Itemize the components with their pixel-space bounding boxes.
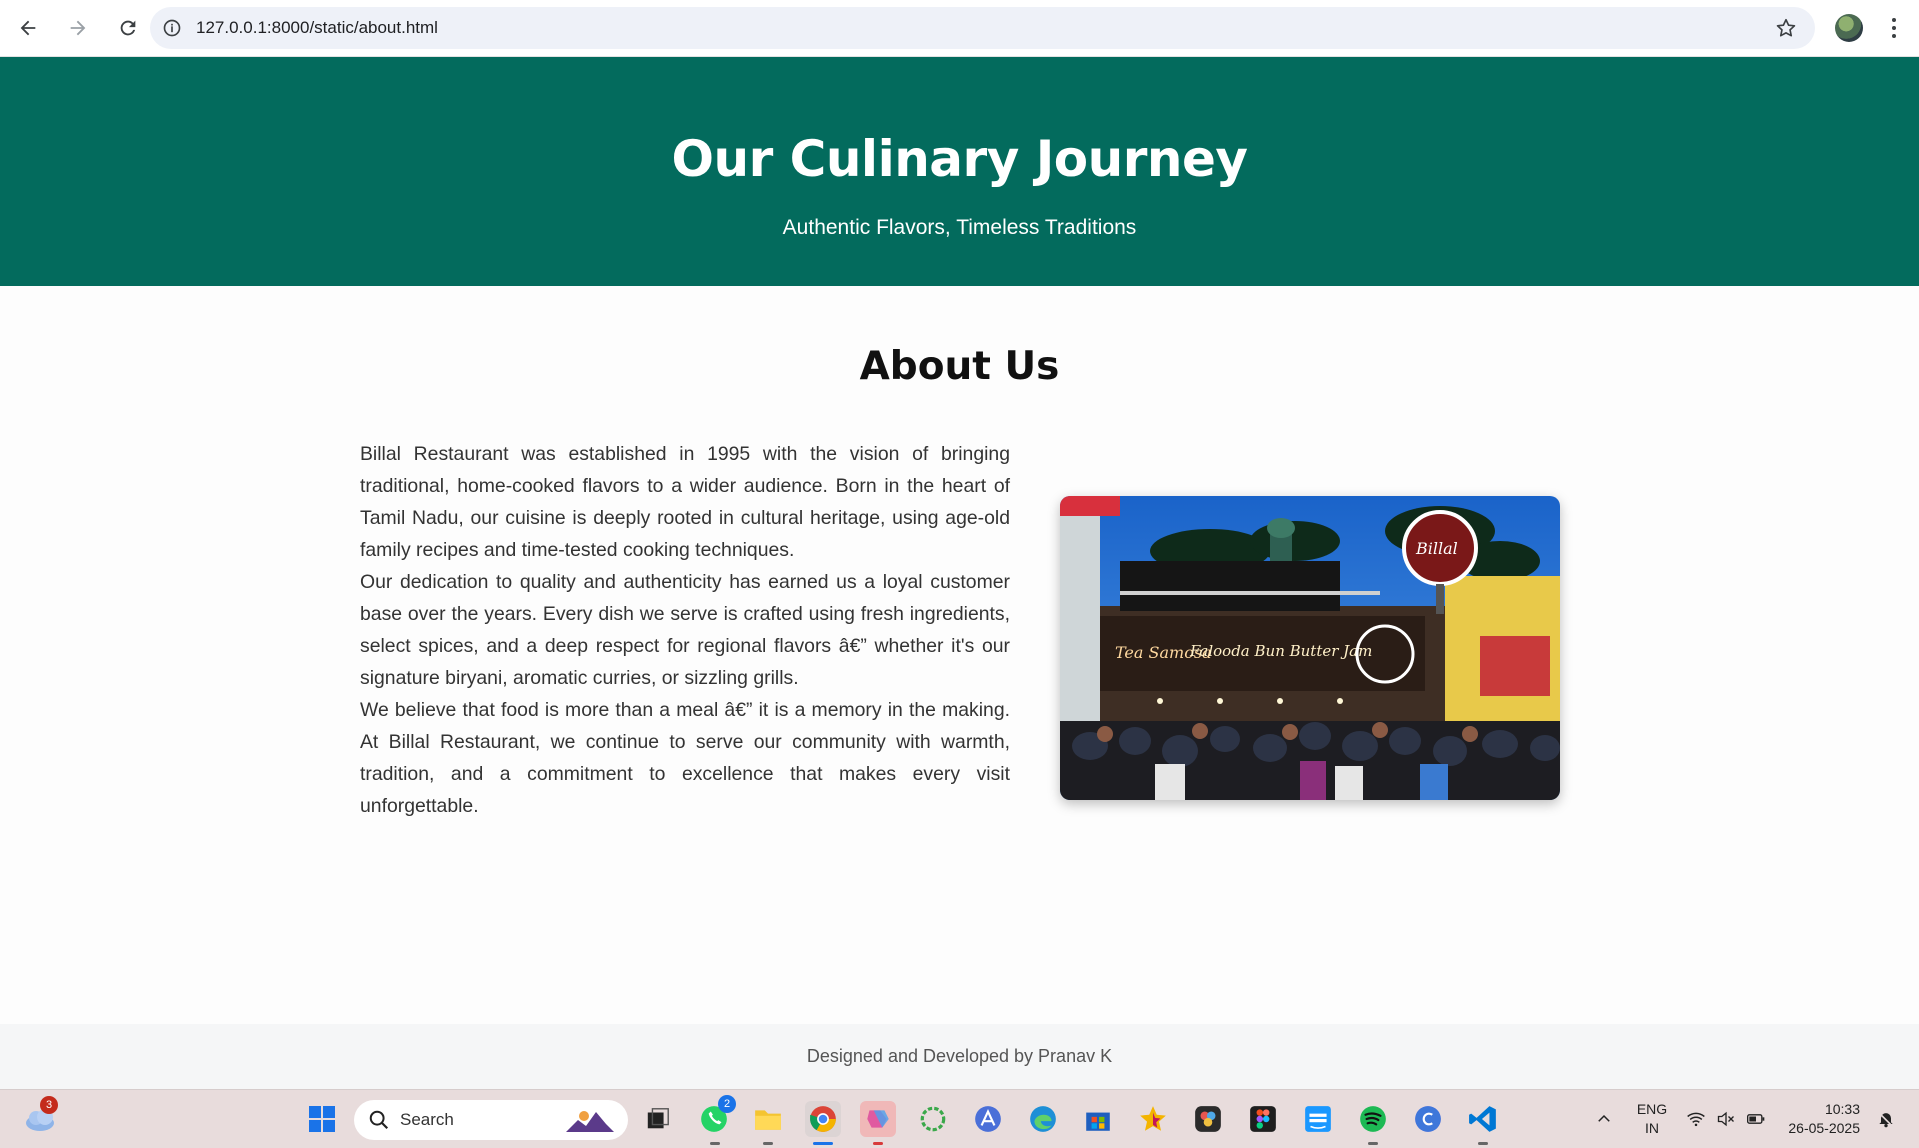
notification-bell-icon[interactable] <box>1868 1101 1904 1137</box>
browser-menu-button[interactable] <box>1880 14 1908 42</box>
figma-icon[interactable] <box>1245 1101 1281 1137</box>
running-indicator <box>710 1142 720 1145</box>
running-indicator <box>1478 1142 1488 1145</box>
hero-subtitle: Authentic Flavors, Timeless Traditions <box>782 216 1137 239</box>
language-region: IN <box>1645 1120 1659 1136</box>
star-app-icon[interactable] <box>1135 1101 1171 1137</box>
about-heading: About Us <box>859 344 1060 389</box>
running-indicator <box>1368 1142 1378 1145</box>
system-clock[interactable]: 10:33 26-05-2025 <box>1780 1100 1860 1138</box>
weather-badge: 3 <box>40 1096 58 1114</box>
app-ring-icon[interactable] <box>915 1101 951 1137</box>
task-view-icon[interactable] <box>640 1101 676 1137</box>
file-explorer-icon[interactable] <box>750 1101 786 1137</box>
battery-icon[interactable] <box>1738 1101 1774 1137</box>
sign-middle: Falooda Bun Butter Jam <box>1189 642 1372 660</box>
forward-button[interactable] <box>56 6 100 50</box>
profile-avatar[interactable] <box>1835 14 1863 42</box>
about-paragraph: We believe that food is more than a meal… <box>360 699 1010 817</box>
affinity-icon[interactable] <box>970 1101 1006 1137</box>
forward-arrow-icon <box>70 20 86 36</box>
language-code: ENG <box>1636 1101 1668 1117</box>
windows-logo-icon <box>309 1106 335 1132</box>
sign-logo: Billal <box>1415 539 1458 558</box>
whatsapp-icon[interactable]: 2 <box>696 1095 736 1137</box>
chrome-icon[interactable] <box>805 1101 841 1137</box>
vscode-icon[interactable] <box>1465 1101 1501 1137</box>
weather-widget[interactable]: 3 <box>22 1096 60 1135</box>
hero-title: Our Culinary Journey <box>671 130 1248 188</box>
restaurant-photo: Tea Samosa Falooda Bun Butter Jam Billal <box>1060 496 1560 800</box>
clock-time: 10:33 <box>1824 1101 1860 1117</box>
copilot-icon[interactable] <box>860 1101 896 1137</box>
search-label: Search <box>400 1110 454 1129</box>
about-paragraph: Billal Restaurant was established in 199… <box>360 443 1010 561</box>
about-paragraph: Our dedication to quality and authentici… <box>360 571 1010 689</box>
back-arrow-icon <box>20 20 36 36</box>
url-text[interactable]: 127.0.0.1:8000/static/about.html <box>196 18 438 38</box>
language-indicator[interactable]: ENG IN <box>1630 1100 1674 1138</box>
page-footer: Designed and Developed by Pranav K <box>0 1024 1919 1089</box>
clock-date: 26-05-2025 <box>1788 1120 1860 1136</box>
search-highlight-icon <box>566 1111 614 1132</box>
whatsapp-badge: 2 <box>718 1095 736 1113</box>
browser-toolbar: 127.0.0.1:8000/static/about.html <box>0 0 1919 57</box>
bookmark-star-icon[interactable] <box>1775 17 1797 39</box>
show-hidden-icons-chevron-icon[interactable] <box>1586 1101 1622 1137</box>
back-button[interactable] <box>6 6 50 50</box>
running-indicator <box>763 1142 773 1145</box>
footer-credit: Designed and Developed by Pranav K <box>806 1046 1113 1066</box>
hero-banner: Our Culinary Journey Authentic Flavors, … <box>0 57 1919 286</box>
site-info-icon[interactable] <box>162 18 182 38</box>
spotify-icon[interactable] <box>1355 1101 1391 1137</box>
running-indicator <box>873 1142 883 1145</box>
address-bar[interactable]: 127.0.0.1:8000/static/about.html <box>150 7 1815 49</box>
canva-icon[interactable] <box>1410 1101 1446 1137</box>
taskbar-search[interactable]: Search <box>354 1100 628 1140</box>
active-indicator <box>813 1142 833 1145</box>
start-button[interactable] <box>304 1101 340 1137</box>
search-icon <box>369 1110 389 1130</box>
prime-video-icon[interactable] <box>1300 1101 1336 1137</box>
microsoft-store-icon[interactable] <box>1080 1101 1116 1137</box>
reload-button[interactable] <box>106 6 150 50</box>
davinci-resolve-icon[interactable] <box>1190 1101 1226 1137</box>
reload-icon <box>120 20 136 36</box>
edge-icon[interactable] <box>1025 1101 1061 1137</box>
windows-taskbar: 3 Search 2 ENG IN 10:33 26-05-2025 <box>0 1089 1919 1148</box>
about-text: Billal Restaurant was established in 199… <box>360 438 1010 822</box>
